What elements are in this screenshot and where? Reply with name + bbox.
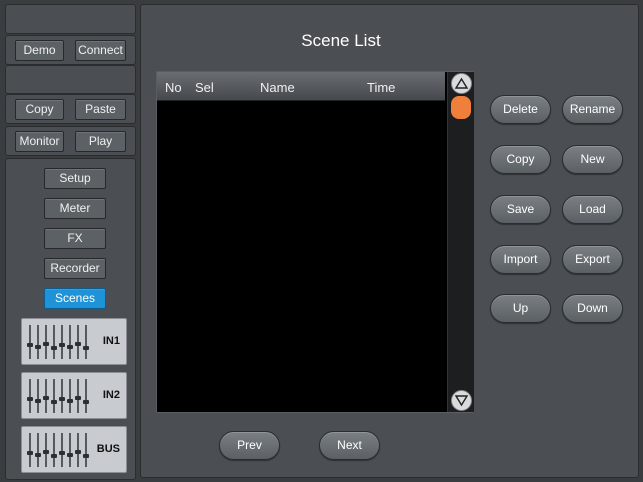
nav-meter[interactable]: Meter [44,198,106,219]
scene-panel: Scene List No Sel Name Time Delete Renam… [140,4,639,478]
fader-knob [67,399,73,403]
fader-knob [35,453,41,457]
fader-line [37,325,39,359]
channel-tile-in2[interactable]: IN2 [21,372,127,419]
delete-button[interactable]: Delete [490,95,551,124]
fader-line [29,433,31,467]
nav-setup[interactable]: Setup [44,168,106,189]
scene-list-body[interactable] [157,101,445,412]
channel-label: IN2 [102,389,120,401]
fader-knob [83,346,89,350]
fader-knob [51,346,57,350]
fader-knob [27,451,33,455]
scroll-down-button[interactable] [451,390,472,411]
fader-knob [67,453,73,457]
load-button[interactable]: Load [562,195,623,224]
fader-knob [43,342,49,346]
fader-knob [35,399,41,403]
fader-line [85,325,87,359]
import-button[interactable]: Import [490,245,551,274]
fader-line [61,379,63,413]
nav-recorder[interactable]: Recorder [44,258,106,279]
fader-line [53,433,55,467]
copy-button[interactable]: Copy [15,99,64,120]
connection-group: Demo Connect [5,35,136,65]
clipboard-group: Copy Paste [5,94,136,124]
column-no: No [165,80,182,95]
fader-line [85,433,87,467]
fader-knob [51,454,57,458]
fader-knob [35,345,41,349]
monitor-button[interactable]: Monitor [15,131,64,152]
fader-knob [83,454,89,458]
fader-knob [75,342,81,346]
nav-group: Setup Meter FX Recorder Scenes IN1 IN2 B… [5,158,136,480]
fader-line [53,325,55,359]
connect-button[interactable]: Connect [75,40,126,61]
fader-line [61,325,63,359]
export-button[interactable]: Export [562,245,623,274]
paste-button[interactable]: Paste [75,99,126,120]
fader-knob [59,451,65,455]
fader-knob [51,400,57,404]
fader-knob [75,450,81,454]
nav-fx[interactable]: FX [44,228,106,249]
monitor-group: Monitor Play [5,126,136,156]
scene-list-header: No Sel Name Time [157,72,445,101]
fader-knob [43,450,49,454]
copy-scene-button[interactable]: Copy [490,145,551,174]
fader-line [29,325,31,359]
fader-bank-icon [27,433,91,467]
channel-label: BUS [96,443,120,455]
fader-line [69,433,71,467]
fader-line [37,433,39,467]
demo-button[interactable]: Demo [15,40,64,61]
fader-line [37,379,39,413]
triangle-up-icon [455,77,468,89]
fader-line [29,379,31,413]
scrollbar[interactable] [447,72,474,412]
channel-tile-in1[interactable]: IN1 [21,318,127,365]
fader-line [69,325,71,359]
triangle-down-icon [455,395,468,407]
new-scene-button[interactable]: New [562,145,623,174]
scroll-up-button[interactable] [451,73,472,94]
rename-button[interactable]: Rename [562,95,623,124]
channel-label: IN1 [102,335,120,347]
fader-line [85,379,87,413]
column-sel: Sel [195,80,214,95]
fader-knob [59,343,65,347]
fader-bank-icon [27,379,91,413]
page-title: Scene List [301,31,381,50]
fader-knob [67,345,73,349]
channel-tile-bus[interactable]: BUS [21,426,127,473]
sidebar-top-spacer [5,4,136,34]
prev-button[interactable]: Prev [219,431,280,460]
move-down-button[interactable]: Down [562,294,623,323]
sidebar: Demo Connect Copy Paste Monitor Play Set… [2,2,137,480]
move-up-button[interactable]: Up [490,294,551,323]
fader-knob [27,397,33,401]
fader-line [61,433,63,467]
fader-line [69,379,71,413]
scene-list: No Sel Name Time [156,71,474,413]
scroll-thumb[interactable] [451,96,471,119]
nav-scenes[interactable]: Scenes [44,288,106,309]
next-button[interactable]: Next [319,431,380,460]
column-name: Name [260,80,295,95]
fader-knob [83,400,89,404]
fader-knob [75,396,81,400]
column-time: Time [367,80,396,95]
fader-line [53,379,55,413]
save-button[interactable]: Save [490,195,551,224]
fader-knob [43,396,49,400]
fader-knob [59,397,65,401]
fader-bank-icon [27,325,91,359]
sidebar-spacer [5,65,136,94]
fader-knob [27,343,33,347]
play-button[interactable]: Play [75,131,126,152]
